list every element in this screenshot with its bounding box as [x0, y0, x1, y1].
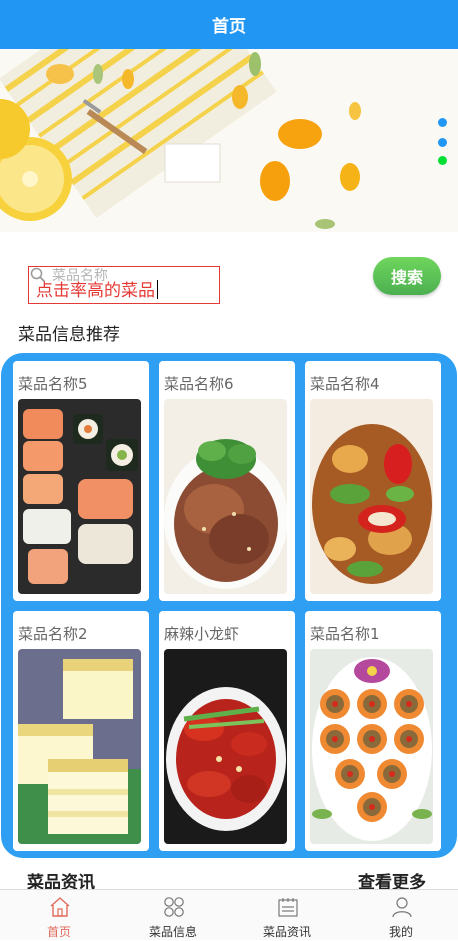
home-icon: [50, 897, 70, 917]
dish-name: 菜品名称5: [18, 375, 88, 393]
dish-card[interactable]: 菜品名称4: [305, 361, 441, 601]
tab-home[interactable]: 首页: [2, 890, 116, 941]
banner-carousel[interactable]: [0, 49, 458, 232]
tart-platter-photo: [310, 649, 433, 844]
dish-card[interactable]: 菜品名称6: [159, 361, 295, 601]
dish-card[interactable]: 菜品名称5: [13, 361, 149, 601]
dish-name: 菜品名称1: [310, 625, 380, 643]
carousel-dot-active[interactable]: [438, 156, 447, 165]
bottom-tab-bar: 首页 菜品信息 菜品资讯 我的: [0, 889, 458, 940]
news-icon: [278, 898, 298, 917]
dish-name: 麻辣小龙虾: [164, 625, 240, 643]
beef-platter-photo: [164, 399, 287, 594]
recommend-section-title: 菜品信息推荐: [18, 325, 120, 345]
news-section-header: 菜品资讯 查看更多: [0, 862, 458, 893]
tab-label: 菜品信息: [148, 925, 197, 939]
top-bar: 首页: [0, 0, 458, 49]
tab-mine[interactable]: 我的: [344, 890, 458, 941]
dish-card[interactable]: 菜品名称2: [13, 611, 149, 851]
dish-card[interactable]: 麻辣小龙虾: [159, 611, 295, 851]
crayfish-photo: [164, 649, 287, 844]
text-caret: [157, 280, 158, 299]
dish-name: 菜品名称4: [310, 375, 380, 393]
tab-dish-news[interactable]: 菜品资讯: [230, 890, 344, 941]
dish-name: 菜品名称6: [164, 375, 234, 393]
grid-icon: [164, 897, 184, 917]
search-input-text: 点击率高的菜品: [36, 276, 158, 301]
recommend-grid: 菜品名称5 菜品名称6 菜品名称4 菜品名称2 麻辣小龙虾 菜品名称1: [1, 353, 457, 858]
tab-label: 我的: [388, 925, 413, 939]
search-button[interactable]: 搜索: [373, 257, 441, 295]
search-bar[interactable]: 菜品名称 点击率高的菜品: [18, 256, 358, 304]
banner-image: [0, 49, 458, 232]
sushi-photo: [18, 399, 141, 594]
osmanthus-cake-photo: [18, 649, 141, 844]
tab-dish-info[interactable]: 菜品信息: [116, 890, 230, 941]
tab-label: 首页: [46, 925, 71, 939]
carousel-dot[interactable]: [438, 138, 447, 147]
page-title: 首页: [212, 17, 246, 37]
stir-fry-pepper-photo: [310, 399, 433, 594]
carousel-dot[interactable]: [438, 118, 447, 127]
tab-label: 菜品资讯: [262, 925, 311, 939]
dish-card[interactable]: 菜品名称1: [305, 611, 441, 851]
dish-name: 菜品名称2: [18, 625, 88, 643]
user-icon: [392, 897, 412, 918]
